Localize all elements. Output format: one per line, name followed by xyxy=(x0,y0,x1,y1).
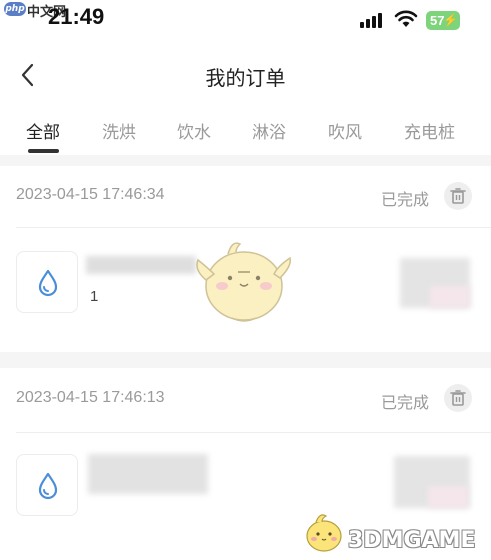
signal-icon xyxy=(360,12,384,28)
order-icon-box xyxy=(16,454,78,516)
php-watermark-badge: php xyxy=(4,2,26,16)
wifi-icon xyxy=(394,10,418,27)
page-title: 我的订单 xyxy=(205,66,286,90)
mascot-watermark-icon xyxy=(196,242,292,322)
status-bar: php 中文网 21:49 57 ⚡ xyxy=(0,0,491,40)
order-price-tint xyxy=(428,486,468,508)
order-title-blurred xyxy=(86,256,196,274)
order-date: 2023-04-15 17:46:13 xyxy=(16,389,165,406)
order-date: 2023-04-15 17:46:34 xyxy=(16,186,165,203)
delete-order-button[interactable] xyxy=(444,384,472,412)
active-tab-indicator xyxy=(28,149,59,153)
order-price-tint xyxy=(430,286,470,308)
category-tabs: 全部 洗烘 饮水 淋浴 吹风 充电桩 xyxy=(0,110,491,155)
tab-drinking-water[interactable]: 饮水 xyxy=(177,118,211,143)
order-status: 已完成 xyxy=(381,393,430,412)
order-status: 已完成 xyxy=(381,190,430,209)
order-icon-box xyxy=(16,251,78,313)
trash-icon xyxy=(450,390,466,406)
charging-bolt-icon: ⚡ xyxy=(443,13,458,27)
water-drop-icon xyxy=(38,472,58,500)
tab-shower[interactable]: 淋浴 xyxy=(252,118,286,143)
status-time: 21:49 xyxy=(48,4,105,29)
nav-bar: 我的订单 xyxy=(0,40,491,110)
order-quantity: 1 xyxy=(90,288,99,305)
delete-order-button[interactable] xyxy=(444,182,472,210)
3dmgame-watermark-text: 3DMGAME xyxy=(348,528,476,553)
tab-charging-pile[interactable]: 充电桩 xyxy=(404,118,455,143)
small-mascot-watermark-icon xyxy=(306,514,342,552)
tab-wash-dry[interactable]: 洗烘 xyxy=(102,118,136,143)
card-divider xyxy=(16,432,491,433)
order-title-blurred xyxy=(88,454,208,494)
tab-hair-dryer[interactable]: 吹风 xyxy=(328,118,362,143)
battery-icon: 57 ⚡ xyxy=(426,11,460,30)
trash-icon xyxy=(450,188,466,204)
card-divider xyxy=(16,227,491,228)
water-drop-icon xyxy=(38,269,58,297)
tab-all[interactable]: 全部 xyxy=(26,118,60,143)
